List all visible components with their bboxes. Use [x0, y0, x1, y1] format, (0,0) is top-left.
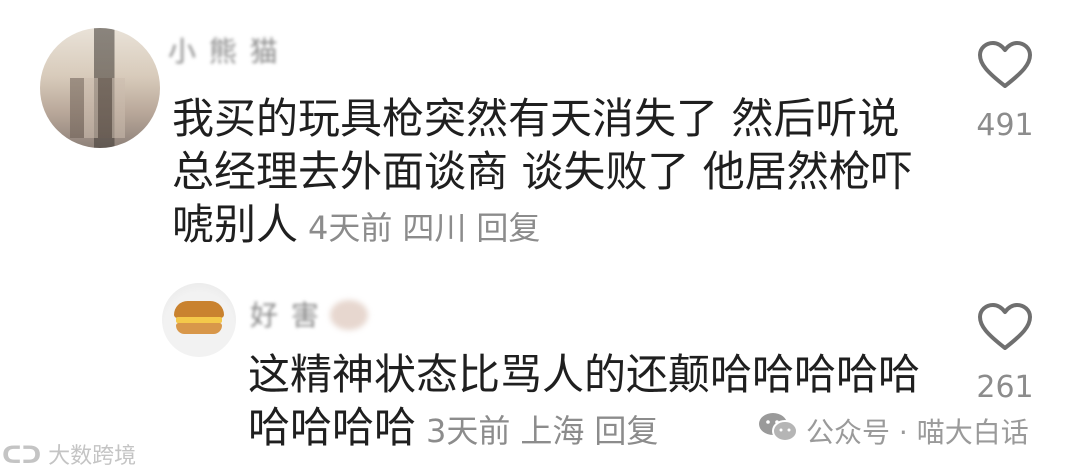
comment-meta: 3天前 上海 回复 [416, 412, 658, 450]
comment-line: 唬别人 [172, 200, 299, 249]
like-count: 261 [976, 370, 1034, 405]
watermark-right-text: 公众号 · 喵大白话 [806, 415, 1029, 449]
dashuju-logo-icon: ᑕᑐ [2, 441, 42, 469]
watermark-left: ᑕᑐ 大数跨境 [2, 438, 136, 470]
like-button[interactable]: 261 [965, 302, 1045, 405]
comment-meta: 4天前 四川 回复 [298, 209, 540, 247]
comment-line: 哈哈哈哈 [248, 403, 417, 452]
heart-outline-icon[interactable] [977, 40, 1033, 90]
username[interactable]: 小 熊 猫 [168, 30, 280, 70]
reply-button[interactable]: 回复 [594, 412, 658, 450]
comment-line: 我买的玩具枪突然有天消失了 然后听说 [172, 94, 900, 143]
username[interactable]: 好 害 [250, 294, 321, 334]
comment-line: 总经理去外面谈商 谈失败了 他居然枪吓 [172, 147, 913, 196]
comment-text: 我买的玩具枪突然有天消失了 然后听说 总经理去外面谈商 谈失败了 他居然枪吓 唬… [172, 92, 932, 255]
watermark-left-text: 大数跨境 [48, 444, 137, 469]
avatar[interactable] [162, 283, 236, 357]
comment-line-with-meta: 唬别人 4天前 四川 回复 [172, 198, 932, 255]
watermark-right: 公众号 · 喵大白话 [758, 410, 1029, 451]
comment-line: 这精神状态比骂人的还颠哈哈哈哈哈 [248, 350, 921, 399]
reply-button[interactable]: 回复 [476, 209, 540, 247]
burger-image [174, 301, 224, 337]
avatar[interactable] [40, 28, 160, 148]
like-button[interactable]: 491 [965, 40, 1045, 143]
heart-outline-icon[interactable] [977, 302, 1033, 352]
comment-time: 4天前 [308, 209, 393, 247]
comment-location: 上海 [520, 412, 585, 450]
comment-location: 四川 [402, 209, 467, 247]
comment-time: 3天前 [426, 412, 511, 450]
blurred-emoji [330, 300, 368, 330]
wechat-icon [758, 410, 798, 451]
like-count: 491 [976, 108, 1034, 143]
